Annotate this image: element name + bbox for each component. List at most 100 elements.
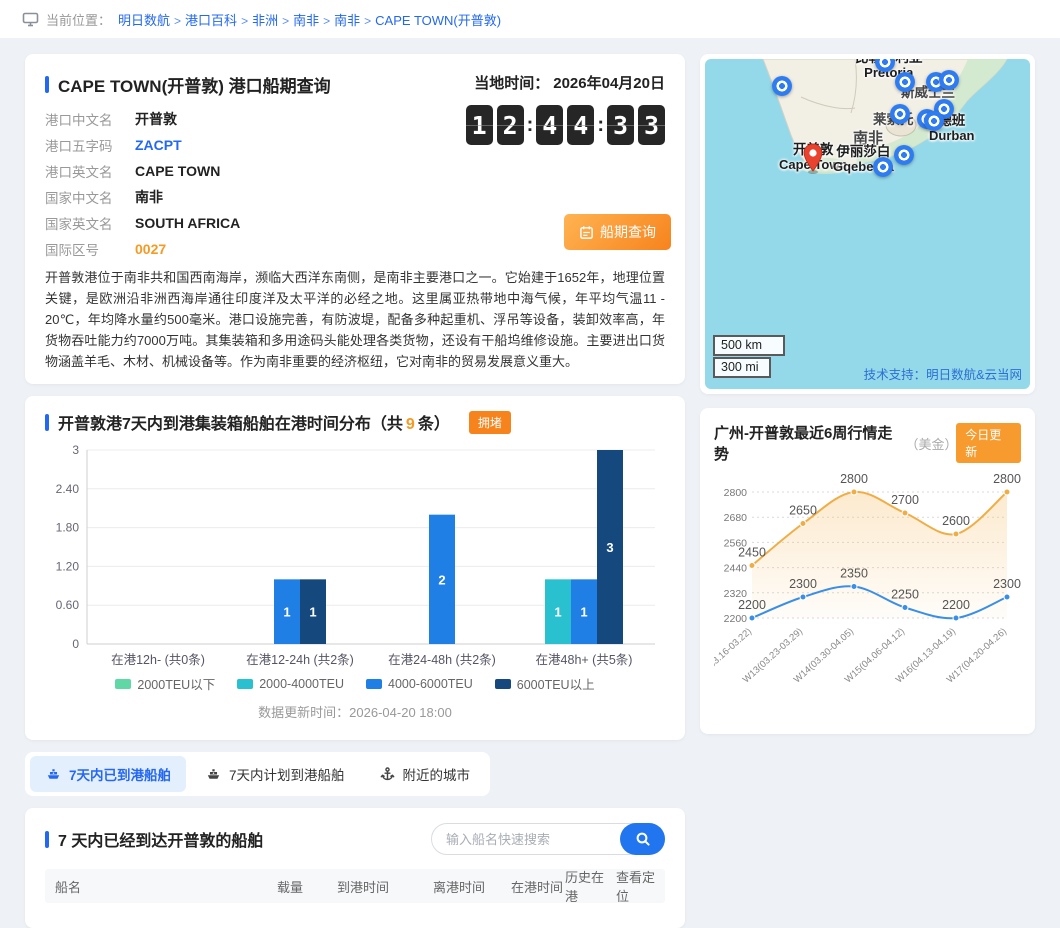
breadcrumb-separator: > <box>174 14 181 28</box>
clock-digit: 1 <box>466 105 493 145</box>
field-value: CAPE TOWN <box>135 163 220 179</box>
svg-text:2.40: 2.40 <box>56 482 80 496</box>
table-column-header: 船名 <box>55 877 277 896</box>
breadcrumb-separator: > <box>241 14 248 28</box>
svg-text:2300: 2300 <box>789 577 817 591</box>
tab-nearby-cities[interactable]: 附近的城市 <box>364 756 486 792</box>
breadcrumb-prefix: 当前位置： <box>46 10 111 29</box>
price-trend-card: 广州-开普敦最近6周行情走势 （美金） 今日更新 220023202440256… <box>700 408 1035 734</box>
svg-text:在港12-24h (共2条): 在港12-24h (共2条) <box>246 653 354 667</box>
svg-text:2450: 2450 <box>738 546 766 560</box>
breadcrumb-link[interactable]: 港口百科 <box>185 13 237 28</box>
updated-today-badge: 今日更新 <box>956 423 1021 463</box>
map-marker-icon[interactable] <box>939 70 959 90</box>
map-marker-icon[interactable] <box>890 104 910 124</box>
arrived-ships-card: 7 天内已经到达开普敦的船舶 船名载量到港时间离港时间在港时间历史在港查看定位 <box>25 808 685 928</box>
map-marker-icon[interactable] <box>873 157 893 177</box>
field-label: 国家中文名 <box>45 187 135 207</box>
port-field-row: 国家中文名南非 <box>45 189 485 204</box>
title-accent-bar <box>45 414 49 431</box>
table-column-header: 历史在港 <box>565 867 616 905</box>
table-column-header: 在港时间 <box>511 877 565 896</box>
clock-digit: 2 <box>497 105 524 145</box>
flip-clock: 12:44:33 <box>466 105 665 145</box>
clock-digit: 3 <box>638 105 665 145</box>
field-label: 国家英文名 <box>45 213 135 233</box>
calendar-icon <box>579 225 594 240</box>
page-title: CAPE TOWN(开普敦) 港口船期查询 <box>58 72 331 97</box>
breadcrumb-link[interactable]: 非洲 <box>252 13 278 28</box>
svg-text:1.20: 1.20 <box>56 559 80 573</box>
arrival-distribution-card: 开普敦港7天内到港集装箱船舶在港时间分布（共9条） 拥堵 00.601.201.… <box>25 396 685 740</box>
ship-list-tabs: 7天内已到港船舶 7天内计划到港船舶 附近的城市 <box>25 752 490 796</box>
svg-text:在港24-48h (共2条): 在港24-48h (共2条) <box>388 653 496 667</box>
search-icon <box>635 831 651 847</box>
map-marker-icon[interactable] <box>772 76 792 96</box>
field-label: 港口五字码 <box>45 135 135 155</box>
map-marker-icon[interactable] <box>894 145 914 165</box>
svg-text:2800: 2800 <box>840 472 868 486</box>
svg-text:2680: 2680 <box>724 512 748 524</box>
clock-digit: 4 <box>567 105 594 145</box>
tab-planned-ships[interactable]: 7天内计划到港船舶 <box>190 756 360 792</box>
legend-swatch <box>115 679 131 689</box>
legend-item[interactable]: 4000-6000TEU <box>366 677 473 691</box>
line-chart-svg: 220023202440256026802800W12(03.16-03.22)… <box>714 468 1021 726</box>
legend-label: 4000-6000TEU <box>388 677 473 691</box>
legend-item[interactable]: 2000-4000TEU <box>237 677 344 691</box>
legend-item[interactable]: 2000TEU以下 <box>115 674 215 693</box>
legend-swatch <box>495 679 511 689</box>
anchor-icon <box>379 766 396 783</box>
svg-text:2200: 2200 <box>724 613 748 625</box>
svg-text:1.80: 1.80 <box>56 521 80 535</box>
port-description: 开普敦港位于南非共和国西南海岸，濒临大西洋东南侧，是南非主要港口之一。它始建于1… <box>45 267 665 372</box>
svg-text:2: 2 <box>438 572 445 587</box>
port-field-row: 国家英文名SOUTH AFRICA <box>45 215 485 230</box>
port-field-row: 国际区号0027 <box>45 241 485 256</box>
field-value: SOUTH AFRICA <box>135 215 240 231</box>
bar-chart-svg: 00.601.201.802.403在港12h- (共0条)在港12-24h (… <box>45 440 663 672</box>
ship-search-button[interactable] <box>620 823 665 855</box>
ship-icon <box>45 766 62 783</box>
arrived-table-title: 7 天内已经到达开普敦的船舶 <box>58 827 263 851</box>
field-label: 港口中文名 <box>45 109 135 129</box>
table-header-row: 船名载量到港时间离港时间在港时间历史在港查看定位 <box>45 869 665 903</box>
red-pin-icon[interactable] <box>801 143 825 175</box>
local-date: 当地时间：2026年04月20日 <box>466 72 665 93</box>
table-column-header: 查看定位 <box>616 867 655 905</box>
map-scale-mi: 300 mi <box>713 357 771 378</box>
svg-text:2250: 2250 <box>891 588 919 602</box>
clock-digit: 4 <box>536 105 563 145</box>
port-info-card: CAPE TOWN(开普敦) 港口船期查询 当地时间：2026年04月20日 1… <box>25 54 685 384</box>
monitor-icon <box>22 12 39 27</box>
breadcrumb: 当前位置： 明日数航>港口百科>非洲>南非>南非>CAPE TOWN(开普敦) <box>0 0 1060 38</box>
svg-text:2800: 2800 <box>993 472 1021 486</box>
field-value: 0027 <box>135 241 166 257</box>
title-accent-bar <box>45 76 49 93</box>
bar-chart-title: 开普敦港7天内到港集装箱船舶在港时间分布（共9条） <box>58 410 450 434</box>
port-map-card: 比勒陀利亚Pretoria 斯威士兰 莱索托 南非 德班Durban 开普敦Ca… <box>700 54 1035 394</box>
svg-text:2300: 2300 <box>993 577 1021 591</box>
map-scale-km: 500 km <box>713 335 785 356</box>
tab-arrived-ships[interactable]: 7天内已到港船舶 <box>30 756 186 792</box>
svg-text:1: 1 <box>580 605 587 620</box>
legend-swatch <box>366 679 382 689</box>
ship-count: 9 <box>406 416 415 433</box>
legend-item[interactable]: 6000TEU以上 <box>495 674 595 693</box>
breadcrumb-link[interactable]: CAPE TOWN(开普敦) <box>375 13 501 28</box>
clock-digit: 3 <box>607 105 634 145</box>
ship-icon <box>205 766 222 783</box>
map-attribution: 技术支持：明日数航&云当网 <box>864 364 1022 383</box>
price-chart-subtitle: （美金） <box>905 434 956 453</box>
schedule-query-button[interactable]: 船期查询 <box>564 214 671 250</box>
south-africa-map[interactable]: 比勒陀利亚Pretoria 斯威士兰 莱索托 南非 德班Durban 开普敦Ca… <box>705 59 1030 389</box>
breadcrumb-link[interactable]: 明日数航 <box>118 13 170 28</box>
map-marker-icon[interactable] <box>924 111 944 131</box>
map-marker-icon[interactable] <box>895 72 915 92</box>
svg-text:1: 1 <box>554 605 561 620</box>
field-value: 开普敦 <box>135 109 177 129</box>
breadcrumb-link[interactable]: 南非 <box>334 13 360 28</box>
svg-text:0.60: 0.60 <box>56 598 80 612</box>
svg-text:2200: 2200 <box>738 598 766 612</box>
breadcrumb-link[interactable]: 南非 <box>293 13 319 28</box>
